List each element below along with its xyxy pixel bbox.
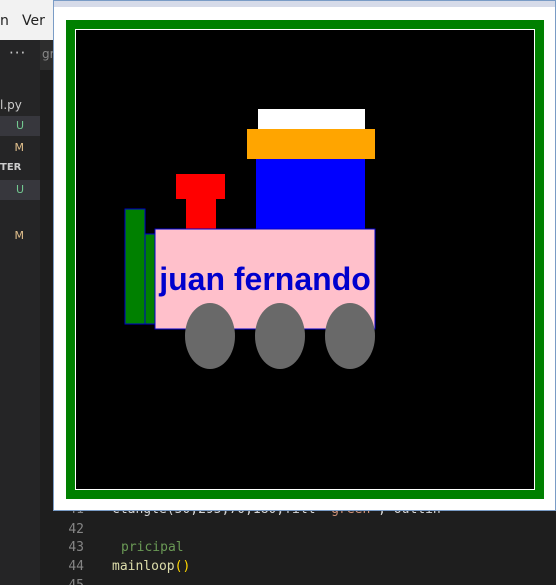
- menu-item-ver[interactable]: Ver: [22, 13, 45, 29]
- front-plate: [144, 233, 156, 325]
- train-drawing: juan fernando: [124, 109, 376, 369]
- canvas-white-border: juan fernando: [75, 29, 535, 490]
- line-number: 43: [68, 540, 84, 555]
- explorer-sidebar: ··· l.py U M TER U M: [0, 40, 40, 585]
- code-line: 43 pricipal: [40, 540, 556, 560]
- canvas-green-border: juan fernando: [66, 20, 544, 499]
- untracked-badge: U: [15, 119, 24, 132]
- explorer-section-header[interactable]: TER: [0, 162, 21, 173]
- explorer-row-modified-2[interactable]: M: [0, 226, 40, 246]
- explorer-row-untracked-2[interactable]: U: [0, 180, 40, 200]
- wheel-3: [325, 303, 375, 369]
- code-text: mainloop(): [112, 559, 190, 574]
- line-number: 44: [68, 559, 84, 574]
- line-number: 45: [40, 578, 84, 585]
- chimney-top: [176, 174, 225, 199]
- explorer-row-untracked[interactable]: U: [0, 116, 40, 136]
- train-label: juan fernando: [158, 261, 371, 297]
- explorer-row-modified[interactable]: M: [0, 138, 40, 158]
- front-bumper: [124, 208, 146, 325]
- line-number: 42: [68, 522, 84, 537]
- chimney-cap: [258, 109, 365, 129]
- code-line: 45: [40, 578, 556, 585]
- chimney-stack: [186, 199, 216, 229]
- wheel-2: [255, 303, 305, 369]
- cabin: [256, 159, 365, 229]
- modified-badge-2: M: [14, 229, 25, 242]
- tk-window[interactable]: juan fernando: [53, 0, 556, 511]
- explorer-file-row[interactable]: l.py: [0, 96, 40, 116]
- untracked-badge-2: U: [15, 183, 24, 196]
- code-function: mainloop: [112, 559, 175, 574]
- wheel-1: [185, 303, 235, 369]
- modified-badge: M: [14, 141, 25, 154]
- canvas[interactable]: juan fernando: [76, 30, 534, 489]
- code-paren: (): [174, 559, 191, 574]
- menu-item-n[interactable]: n: [0, 13, 9, 29]
- window-title-bar[interactable]: [54, 1, 555, 7]
- code-line: 42: [40, 522, 556, 542]
- code-line: 44 mainloop(): [40, 559, 556, 579]
- explorer-file-name: l.py: [0, 98, 22, 112]
- more-actions-icon[interactable]: ···: [9, 44, 26, 62]
- cabin-roof: [247, 129, 375, 159]
- code-comment: pricipal: [121, 540, 184, 555]
